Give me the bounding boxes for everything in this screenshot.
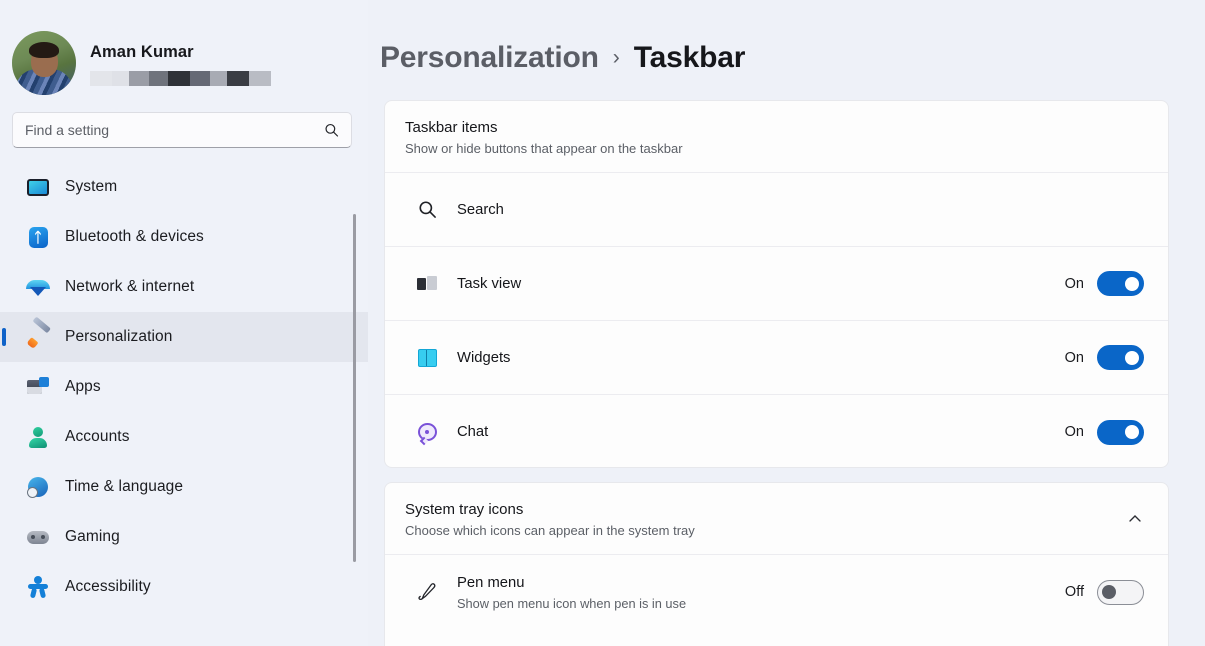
setting-description: Show pen menu icon when pen is in use [457,596,1065,611]
sidebar-item-apps[interactable]: Apps [0,362,368,412]
sidebar-item-label: Gaming [65,528,120,546]
sidebar-item-label: Bluetooth & devices [65,228,204,246]
sidebar-item-label: Accounts [65,428,130,446]
wifi-icon [26,275,50,299]
sidebar-item-label: Apps [65,378,101,396]
settings-window: Aman Kumar [0,0,1205,646]
toggle-state-label: On [1065,276,1084,292]
bluetooth-icon: ᛏ [26,225,50,249]
sidebar-item-label: Personalization [65,328,172,346]
paintbrush-icon [26,325,50,349]
section-title: System tray icons [405,501,1146,518]
globe-clock-icon [26,475,50,499]
section-subtitle: Show or hide buttons that appear on the … [405,141,1146,156]
account-icon [26,425,50,449]
sidebar-item-time-language[interactable]: Time & language [0,462,368,512]
sidebar-item-network-internet[interactable]: Network & internet [0,262,368,312]
pen-menu-toggle[interactable] [1097,580,1144,605]
toggle-state-label: On [1065,350,1084,366]
sidebar-item-label: Network & internet [65,278,194,296]
search-input[interactable] [25,122,317,138]
monitor-icon [26,175,50,199]
sidebar-item-system[interactable]: System [0,162,368,212]
task-view-toggle[interactable] [1097,271,1144,296]
system-tray-header[interactable]: System tray icons Choose which icons can… [385,483,1168,555]
sidebar-item-label: System [65,178,117,196]
widgets-toggle[interactable] [1097,345,1144,370]
setting-row-chat[interactable]: Chat On [385,395,1168,468]
page-title: Taskbar [634,41,745,75]
profile-name: Aman Kumar [90,43,271,62]
main-content: Personalization › Taskbar Taskbar items … [368,0,1205,646]
sidebar-item-label: Time & language [65,478,183,496]
system-tray-card: System tray icons Choose which icons can… [384,482,1169,646]
sidebar-item-bluetooth-devices[interactable]: ᛏ Bluetooth & devices [0,212,368,262]
setting-label: Pen menu [457,575,524,591]
search-icon [324,123,339,138]
setting-row-task-view[interactable]: Task view On [385,247,1168,321]
section-subtitle: Choose which icons can appear in the sys… [405,523,1146,538]
taskbar-items-header: Taskbar items Show or hide buttons that … [385,101,1168,173]
sidebar: Aman Kumar [0,0,368,646]
accessibility-icon [26,575,50,599]
sidebar-item-accounts[interactable]: Accounts [0,412,368,462]
search-container [0,100,368,148]
toggle-state-label: On [1065,424,1084,440]
apps-icon [26,375,50,399]
sidebar-nav: System ᛏ Bluetooth & devices Network & i… [0,162,368,612]
breadcrumb: Personalization › Taskbar [368,0,1205,86]
setting-label: Widgets [457,350,510,366]
profile-email-redacted [90,71,271,86]
setting-label: Chat [457,424,488,440]
chat-toggle[interactable] [1097,420,1144,445]
sidebar-item-personalization[interactable]: Personalization [0,312,368,362]
setting-label: Task view [457,276,521,292]
setting-label: Search [457,202,504,218]
sidebar-item-gaming[interactable]: Gaming [0,512,368,562]
pen-icon [415,580,439,604]
chevron-up-icon[interactable] [1128,512,1142,526]
toggle-state-label: Off [1065,584,1084,600]
chevron-right-icon: › [613,46,620,70]
chat-icon [415,420,439,444]
task-view-icon [415,272,439,296]
profile-section[interactable]: Aman Kumar [0,0,368,100]
sidebar-scrollbar[interactable] [353,214,356,562]
setting-row-pen-menu[interactable]: Pen menu Show pen menu icon when pen is … [385,555,1168,629]
widgets-icon [415,346,439,370]
search-icon [415,198,439,222]
breadcrumb-parent[interactable]: Personalization [380,41,599,75]
sidebar-item-accessibility[interactable]: Accessibility [0,562,368,612]
sidebar-item-label: Accessibility [65,578,151,596]
gamepad-icon [26,525,50,549]
setting-row-widgets[interactable]: Widgets On [385,321,1168,395]
setting-row-search[interactable]: Search [385,173,1168,247]
taskbar-items-card: Taskbar items Show or hide buttons that … [384,100,1169,468]
search-box[interactable] [12,112,352,148]
user-avatar[interactable] [12,31,76,95]
section-title: Taskbar items [405,119,1146,136]
